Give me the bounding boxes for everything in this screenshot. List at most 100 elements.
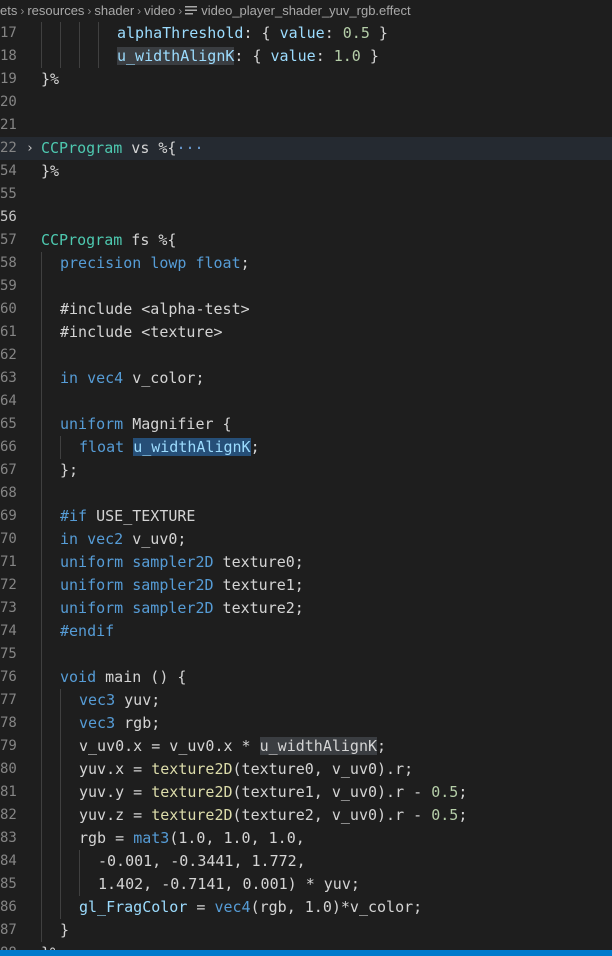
code-line[interactable]: 88}% bbox=[0, 942, 612, 950]
code-token: texture0; bbox=[213, 553, 304, 571]
code-line[interactable]: 56 bbox=[0, 206, 612, 229]
code-line[interactable]: 55 bbox=[0, 183, 612, 206]
code-line[interactable]: 22 › CCProgram vs %{··· bbox=[0, 137, 612, 160]
code-text: }% bbox=[41, 942, 59, 950]
code-text: vec3 yuv; bbox=[79, 689, 160, 712]
line-number: 63 bbox=[0, 370, 17, 386]
line-number: 20 bbox=[0, 94, 17, 110]
code-line[interactable]: 54}% bbox=[0, 160, 612, 183]
line-number: 75 bbox=[0, 646, 17, 662]
breadcrumb-file[interactable]: video_player_shader_yuv_rgb.effect bbox=[201, 3, 410, 18]
code-token: }% bbox=[41, 70, 60, 88]
line-number: 70 bbox=[0, 531, 17, 547]
code-line[interactable]: 62 bbox=[0, 344, 612, 367]
code-line[interactable]: 80 yuv.x = texture2D(texture0, v_uv0).r; bbox=[0, 758, 612, 781]
code-text: vec3 rgb; bbox=[79, 712, 160, 735]
code-line[interactable]: 17 alphaThreshold: { value: 0.5 } bbox=[0, 22, 612, 45]
code-line[interactable]: 79 v_uv0.x = v_uv0.x * u_widthAlignK; bbox=[0, 735, 612, 758]
code-token: void bbox=[60, 668, 97, 686]
code-line[interactable]: 87} bbox=[0, 919, 612, 942]
indent-guide bbox=[41, 574, 42, 597]
chevron-right-icon[interactable]: › bbox=[26, 137, 38, 160]
code-line[interactable]: 63 in vec4 v_color; bbox=[0, 367, 612, 390]
code-line[interactable]: 86 gl_FragColor = vec4(rgb, 1.0)*v_color; bbox=[0, 896, 612, 919]
code-text: #if USE_TEXTURE bbox=[60, 505, 195, 528]
code-token: #include <texture> bbox=[60, 323, 223, 341]
code-token: (texture0, v_uv0).r; bbox=[232, 760, 414, 778]
breadcrumb-item[interactable]: ets bbox=[0, 3, 17, 18]
code-line[interactable]: 71 uniform sampler2D texture0; bbox=[0, 551, 612, 574]
code-token: yuv.z = bbox=[79, 806, 152, 824]
code-line[interactable]: 60 #include <alpha-test> bbox=[0, 298, 612, 321]
code-line[interactable]: 66 float u_widthAlignK; bbox=[0, 436, 612, 459]
code-line[interactable]: 67}; bbox=[0, 459, 612, 482]
indent-guide bbox=[41, 459, 42, 482]
code-token: u_widthAlignK bbox=[117, 47, 235, 65]
code-line[interactable]: 18 u_widthAlignK: { value: 1.0 } bbox=[0, 45, 612, 68]
indent-guide bbox=[79, 873, 80, 896]
line-number: 17 bbox=[0, 25, 17, 41]
breadcrumb-item[interactable]: shader bbox=[94, 3, 134, 18]
code-line[interactable]: 59 bbox=[0, 275, 612, 298]
breadcrumb-item[interactable]: resources bbox=[27, 3, 84, 18]
code-line[interactable]: 65 uniform Magnifier { bbox=[0, 413, 612, 436]
line-number: 55 bbox=[0, 186, 17, 202]
code-token: : { bbox=[243, 24, 280, 42]
code-token: float bbox=[195, 254, 241, 272]
code-line[interactable]: 84 -0.001, -0.3441, 1.772, bbox=[0, 850, 612, 873]
code-token: rgb = bbox=[79, 829, 134, 847]
code-line[interactable]: 76 void main () { bbox=[0, 666, 612, 689]
code-token: ··· bbox=[176, 139, 204, 157]
code-token: ; bbox=[377, 737, 387, 755]
code-token: mat3 bbox=[133, 829, 170, 847]
code-line[interactable]: 68 bbox=[0, 482, 612, 505]
code-line[interactable]: 83 rgb = mat3(1.0, 1.0, 1.0, bbox=[0, 827, 612, 850]
code-line[interactable]: 69 #if USE_TEXTURE bbox=[0, 505, 612, 528]
code-token: #if bbox=[60, 507, 88, 525]
code-line[interactable]: 74 #endif bbox=[0, 620, 612, 643]
code-text: precision lowp float; bbox=[60, 252, 250, 275]
line-number: 83 bbox=[0, 830, 17, 846]
code-line[interactable]: 64 bbox=[0, 390, 612, 413]
code-line[interactable]: 81 yuv.y = texture2D(texture1, v_uv0).r -… bbox=[0, 781, 612, 804]
code-line[interactable]: 72 uniform sampler2D texture1; bbox=[0, 574, 612, 597]
status-bar bbox=[0, 950, 612, 956]
code-token: texture2; bbox=[213, 599, 304, 617]
code-line[interactable]: 20 bbox=[0, 91, 612, 114]
code-line[interactable]: 58 precision lowp float; bbox=[0, 252, 612, 275]
code-text: yuv.z = texture2D(texture2, v_uv0).r - 0… bbox=[79, 804, 467, 827]
code-token: 1.0 bbox=[333, 47, 361, 65]
code-token: v_color; bbox=[123, 369, 205, 387]
line-number: 84 bbox=[0, 853, 17, 869]
line-number: 19 bbox=[0, 71, 17, 87]
code-line[interactable]: 75 bbox=[0, 643, 612, 666]
code-line[interactable]: 57 CCProgram fs %{ bbox=[0, 229, 612, 252]
file-lines-icon bbox=[185, 6, 198, 15]
breadcrumb-item[interactable]: video bbox=[144, 3, 175, 18]
line-number: 66 bbox=[0, 439, 17, 455]
line-number: 86 bbox=[0, 899, 17, 915]
indent-guide bbox=[41, 344, 42, 367]
code-line[interactable]: 77 vec3 yuv; bbox=[0, 689, 612, 712]
code-line[interactable]: 21 bbox=[0, 114, 612, 137]
line-number: 87 bbox=[0, 922, 17, 938]
code-editor[interactable]: 17 alphaThreshold: { value: 0.5 } 18 u_widt… bbox=[0, 22, 612, 950]
code-line[interactable]: 61 #include <texture> bbox=[0, 321, 612, 344]
code-line[interactable]: 19}% bbox=[0, 68, 612, 91]
code-token: CCProgram bbox=[41, 139, 123, 157]
code-token: }; bbox=[60, 461, 79, 479]
code-line[interactable]: 70 in vec2 v_uv0; bbox=[0, 528, 612, 551]
code-line[interactable]: 82 yuv.z = texture2D(texture2, v_uv0).r -… bbox=[0, 804, 612, 827]
indent-guide bbox=[79, 22, 80, 45]
code-token: vs %{ bbox=[122, 139, 177, 157]
indent-guide bbox=[60, 827, 61, 850]
line-number: 88 bbox=[0, 942, 17, 950]
indent-guide bbox=[98, 22, 99, 45]
code-line[interactable]: 73 uniform sampler2D texture2; bbox=[0, 597, 612, 620]
indent-guide bbox=[60, 22, 61, 45]
code-line[interactable]: 78 vec3 rgb; bbox=[0, 712, 612, 735]
code-token: } bbox=[60, 921, 70, 939]
code-line[interactable]: 85 1.402, -0.7141, 0.001) * yuv; bbox=[0, 873, 612, 896]
